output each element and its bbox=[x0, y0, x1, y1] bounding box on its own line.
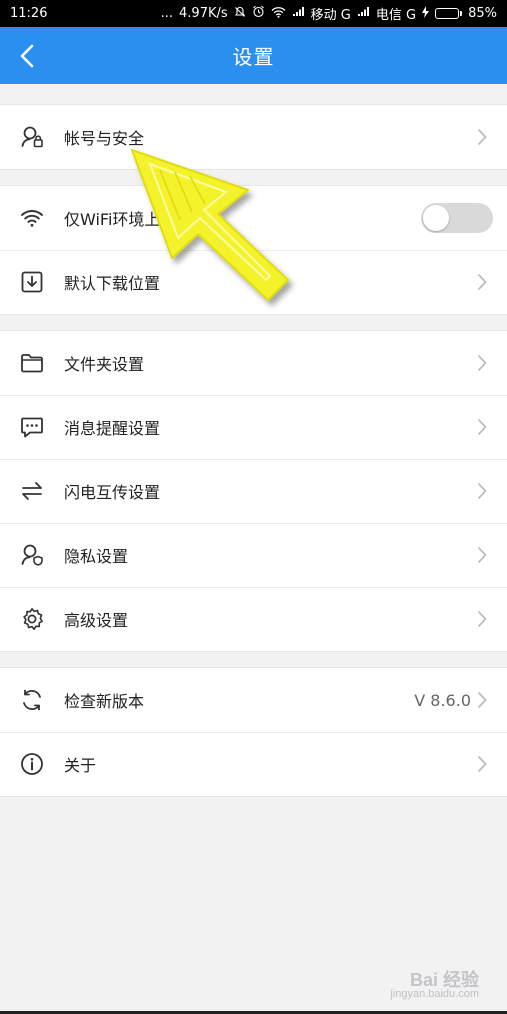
user-lock-icon bbox=[0, 105, 64, 169]
check-update-item[interactable]: 检查新版本 V 8.6.0 bbox=[0, 668, 507, 732]
advanced-settings-label: 高级设置 bbox=[64, 611, 129, 630]
watermark-url: jingyan.baidu.com bbox=[390, 988, 479, 1000]
transfer-group: 仅WiFi环境上传/下载 默认下载位置 bbox=[0, 185, 507, 315]
download-box-icon bbox=[0, 250, 64, 314]
chevron-right-icon bbox=[477, 273, 507, 291]
privacy-settings-item[interactable]: 隐私设置 bbox=[0, 523, 507, 587]
header-bar: 设置 bbox=[0, 27, 507, 84]
folder-settings-label: 文件夹设置 bbox=[64, 355, 145, 374]
folder-settings-item[interactable]: 文件夹设置 bbox=[0, 331, 507, 395]
folder-icon bbox=[0, 331, 64, 395]
status-dots: ... bbox=[160, 6, 174, 21]
chevron-right-icon bbox=[477, 610, 507, 628]
chevron-right-icon bbox=[477, 354, 507, 372]
swap-arrows-icon bbox=[0, 459, 64, 523]
about-item[interactable]: 关于 bbox=[0, 732, 507, 796]
wifi-only-toggle[interactable] bbox=[421, 203, 493, 233]
signal-icon-2 bbox=[357, 6, 370, 21]
battery-percent: 85% bbox=[468, 6, 497, 21]
chevron-right-icon bbox=[477, 691, 507, 709]
wifi-icon bbox=[0, 186, 64, 250]
info-circle-icon bbox=[0, 732, 64, 796]
settings-group: 文件夹设置 消息提醒设置 闪电互传设置 隐私设置 高级设置 bbox=[0, 330, 507, 652]
back-button[interactable] bbox=[12, 40, 44, 72]
carrier-2: 电信 G bbox=[375, 8, 417, 23]
about-group: 检查新版本 V 8.6.0 关于 bbox=[0, 667, 507, 797]
wifi-only-label: 仅WiFi环境上传/下载 bbox=[64, 210, 214, 229]
download-location-item[interactable]: 默认下载位置 bbox=[0, 250, 507, 314]
advanced-settings-item[interactable]: 高级设置 bbox=[0, 587, 507, 651]
chevron-right-icon bbox=[477, 546, 507, 564]
gear-icon bbox=[0, 587, 64, 651]
baidu-watermark: Bai 经验 jingyan.baidu.com bbox=[390, 966, 479, 1000]
privacy-settings-label: 隐私设置 bbox=[64, 547, 129, 566]
chevron-right-icon bbox=[477, 128, 507, 146]
network-speed: 4.97K/s bbox=[179, 6, 228, 21]
account-security-label: 帐号与安全 bbox=[64, 129, 145, 148]
wifi-status-icon bbox=[271, 6, 286, 22]
battery-icon bbox=[435, 8, 463, 19]
account-security-item[interactable]: 帐号与安全 bbox=[0, 105, 507, 169]
refresh-icon bbox=[0, 668, 64, 732]
about-label: 关于 bbox=[64, 756, 97, 775]
toggle-knob bbox=[423, 205, 449, 231]
status-bar: 11:26 ... 4.97K/s 移动 G 电信 G 85% bbox=[0, 0, 507, 27]
user-shield-icon bbox=[0, 523, 64, 587]
alarm-icon bbox=[252, 5, 265, 22]
chevron-right-icon bbox=[477, 482, 507, 500]
page-title: 设置 bbox=[232, 45, 275, 69]
check-update-label: 检查新版本 bbox=[64, 692, 145, 711]
account-group: 帐号与安全 bbox=[0, 104, 507, 170]
chevron-right-icon bbox=[477, 418, 507, 436]
message-settings-item[interactable]: 消息提醒设置 bbox=[0, 395, 507, 459]
flash-transfer-settings-item[interactable]: 闪电互传设置 bbox=[0, 459, 507, 523]
chevron-left-icon bbox=[20, 44, 34, 68]
signal-icon bbox=[292, 6, 305, 21]
status-right: ... 4.97K/s 移动 G 电信 G 85% bbox=[161, 4, 497, 23]
flash-transfer-settings-label: 闪电互传设置 bbox=[64, 483, 161, 502]
download-location-label: 默认下载位置 bbox=[64, 274, 161, 293]
chevron-right-icon bbox=[477, 755, 507, 773]
status-time: 11:26 bbox=[10, 6, 48, 21]
carrier-1: 移动 G bbox=[310, 8, 351, 23]
wifi-only-item: 仅WiFi环境上传/下载 bbox=[0, 186, 507, 250]
bell-off-icon bbox=[234, 6, 246, 22]
version-text: V 8.6.0 bbox=[414, 690, 471, 710]
charging-icon bbox=[422, 5, 430, 22]
message-settings-label: 消息提醒设置 bbox=[64, 419, 161, 438]
chat-bubble-icon bbox=[0, 395, 64, 459]
